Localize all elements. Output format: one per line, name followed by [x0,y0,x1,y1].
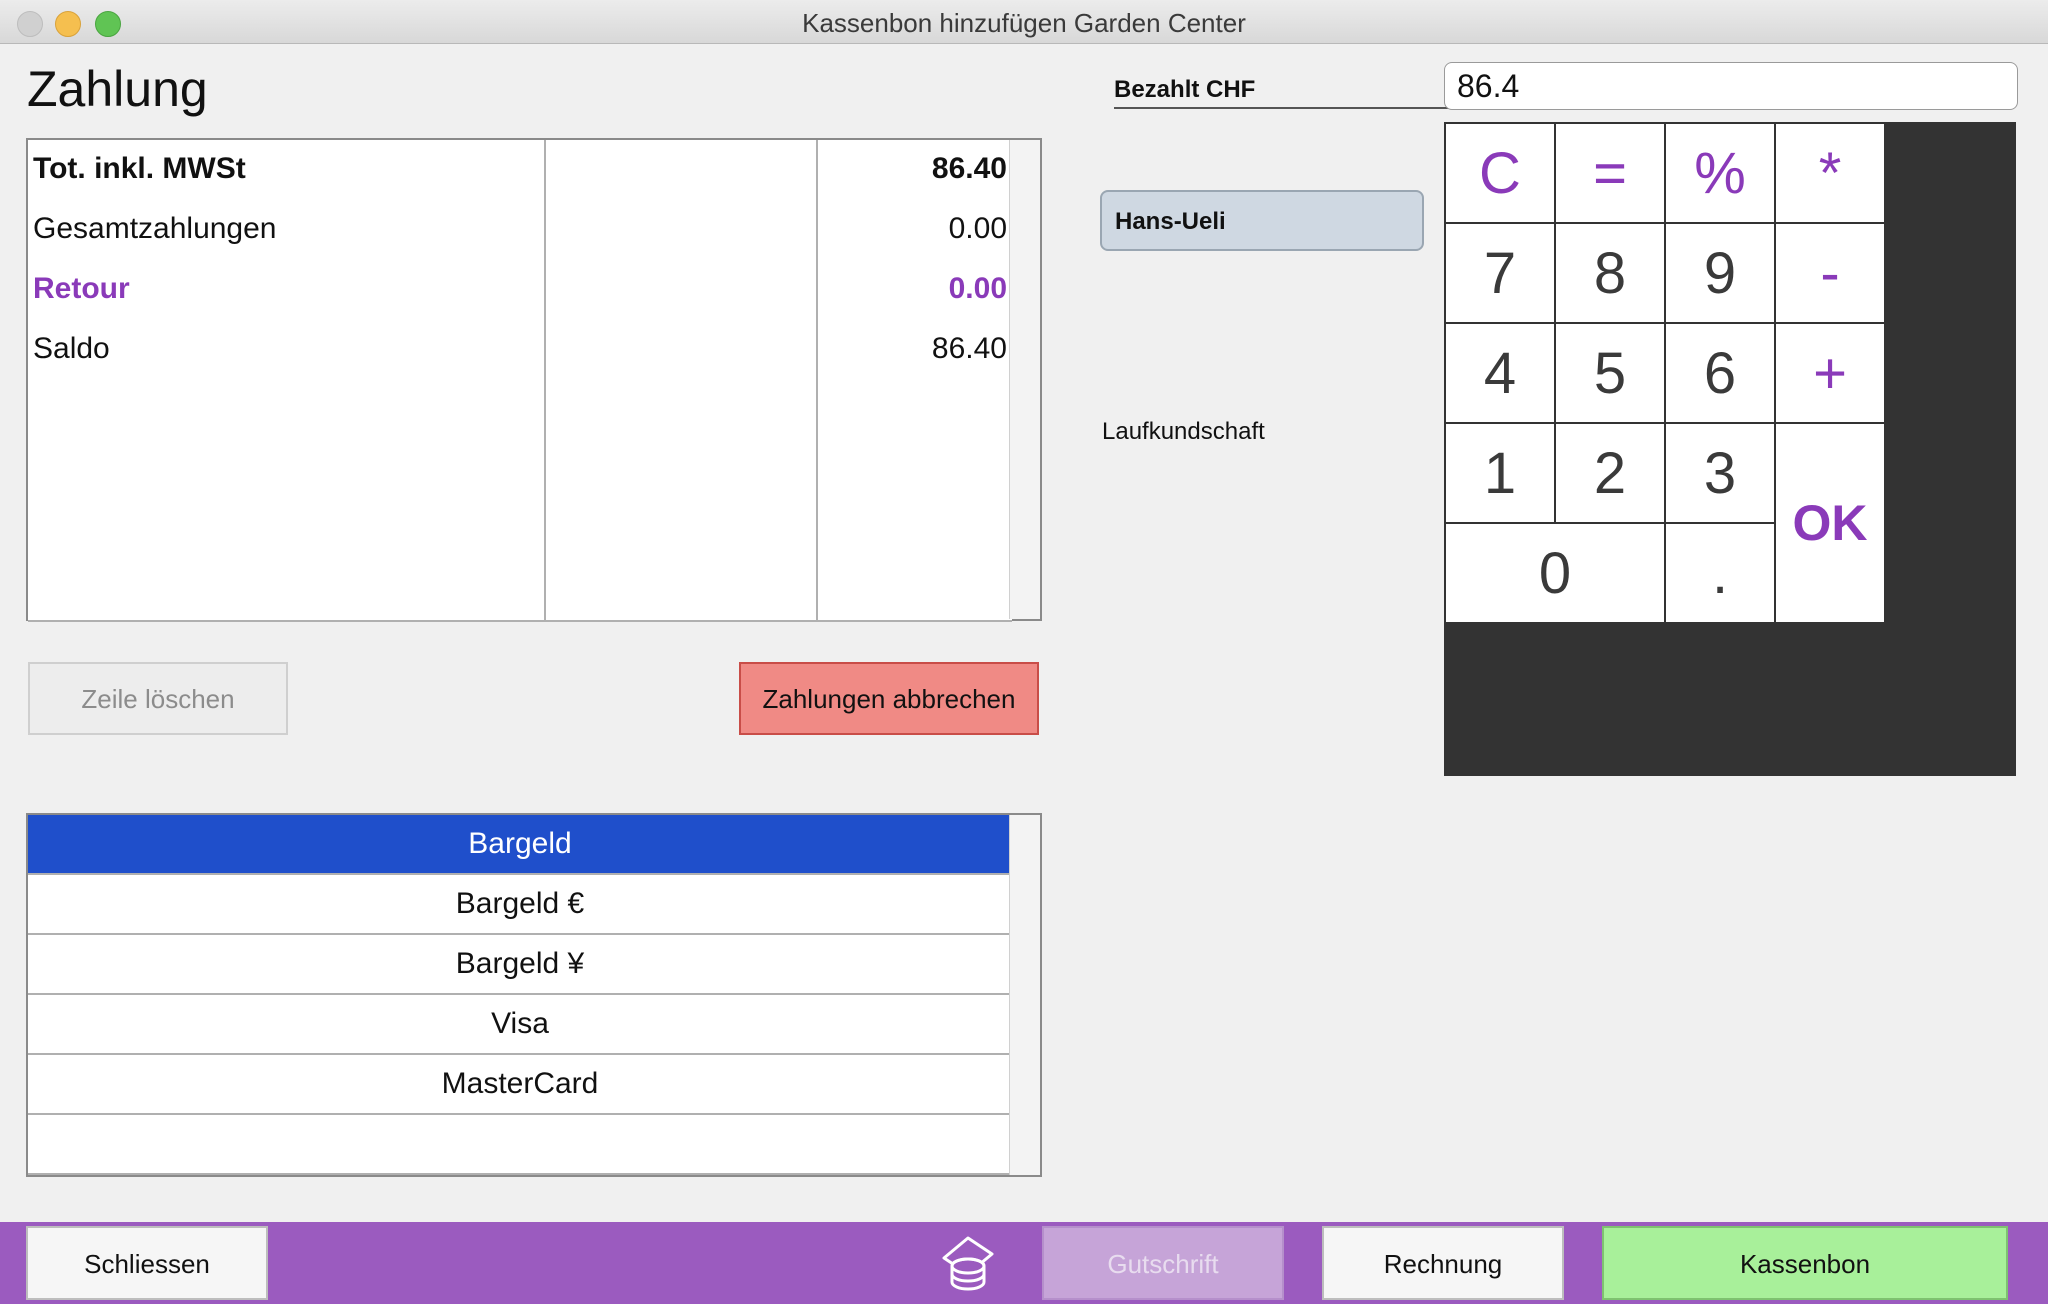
summary-middle-cell [546,500,818,560]
digit-6-key[interactable]: 6 [1666,324,1774,422]
delete-row-button[interactable]: Zeile löschen [28,662,288,735]
payment-method-item[interactable]: Bargeld € [28,875,1012,935]
user-button[interactable]: Hans-Ueli [1100,190,1424,251]
window-title: Kassenbon hinzufügen Garden Center [802,8,1246,38]
summary-value-cell [818,500,1012,560]
table-row[interactable]: Saldo 86.40 [28,320,1012,382]
summary-label-cell: Tot. inkl. MWSt [28,140,546,200]
summary-middle-cell [546,200,818,260]
table-row[interactable] [28,440,1012,502]
summary-value-cell [818,560,1012,620]
summary-value-cell: 0.00 [948,272,1007,305]
summary-label-cell [28,380,546,440]
digit-4-key[interactable]: 4 [1446,324,1554,422]
payment-method-item[interactable]: Visa [28,995,1012,1055]
summary-middle-cell [546,440,818,500]
summary-value-cell [818,380,1012,440]
summary-label-cell [28,500,546,560]
payment-method-item[interactable]: Bargeld [28,815,1012,875]
summary-value-cell [818,440,1012,500]
summary-label-cell: Retour [28,260,546,320]
percent-key[interactable]: % [1666,124,1774,222]
table-row[interactable]: Retour 0.00 [28,260,1012,322]
ok-key[interactable]: OK [1776,424,1884,622]
table-row[interactable]: Tot. inkl. MWSt 86.40 [28,140,1012,202]
table-row[interactable] [28,380,1012,442]
digit-3-key[interactable]: 3 [1666,424,1774,522]
table-row[interactable]: Gesamtzahlungen 0.00 [28,200,1012,262]
list-scrollbar[interactable] [1009,815,1040,1175]
summary-value-cell: 86.40 [931,332,1007,365]
table-row[interactable] [28,560,1012,622]
digit-2-key[interactable]: 2 [1556,424,1664,522]
clear-key[interactable]: C [1446,124,1554,222]
title-bar: Kassenbon hinzufügen Garden Center [0,0,2048,44]
table-row[interactable] [28,500,1012,562]
cash-drawer-icon[interactable] [936,1232,1000,1296]
customer-label: Laufkundschaft [1102,418,1265,445]
plus-key[interactable]: + [1776,324,1884,422]
summary-label-cell [28,440,546,500]
decimal-key[interactable]: . [1666,524,1774,622]
bottom-action-bar: Schliessen Gutschrift Rechnung Kassenbon [0,1222,2048,1304]
minus-key[interactable]: - [1776,224,1884,322]
paid-amount-input[interactable] [1444,62,2018,110]
summary-label-cell: Saldo [28,320,546,380]
digit-1-key[interactable]: 1 [1446,424,1554,522]
numeric-keypad: C =% * 7 8 9- 4 5 6 +1 2 3 0. OK [1444,122,2016,776]
equals-key[interactable]: = [1556,124,1664,222]
summary-middle-cell [546,560,818,620]
payment-summary-table: Tot. inkl. MWSt 86.40 Gesamtzahlungen 0.00 R… [26,138,1042,622]
summary-middle-cell [546,260,818,320]
summary-middle-cell [546,320,818,380]
digit-8-key[interactable]: 8 [1556,224,1664,322]
close-button[interactable]: Schliessen [26,1226,268,1300]
summary-label-cell [28,560,546,620]
summary-value-cell: 0.00 [948,212,1007,245]
digit-9-key[interactable]: 9 [1666,224,1774,322]
summary-middle-cell [546,380,818,440]
payment-methods-list: Bargeld Bargeld € Bargeld ¥ Visa MasterCard [26,813,1042,1177]
paid-label: Bezahlt CHF [1114,76,1256,103]
payment-method-item[interactable]: MasterCard [28,1055,1012,1115]
digit-7-key[interactable]: 7 [1446,224,1554,322]
summary-value-cell: 86.40 [931,152,1007,185]
credit-note-button[interactable]: Gutschrift [1042,1226,1284,1300]
digit-5-key[interactable]: 5 [1556,324,1664,422]
summary-label-cell: Gesamtzahlungen [28,200,546,260]
payment-method-item[interactable] [28,1115,1012,1175]
payment-method-item[interactable]: Bargeld ¥ [28,935,1012,995]
cancel-payments-button[interactable]: Zahlungen abbrechen [739,662,1039,735]
page-title: Zahlung [27,61,208,117]
table-scrollbar[interactable] [1009,140,1040,619]
receipt-button[interactable]: Kassenbon [1602,1226,2008,1300]
digit-0-key[interactable]: 0 [1446,524,1664,622]
invoice-button[interactable]: Rechnung [1322,1226,1564,1300]
summary-middle-cell [546,140,818,200]
multiply-key[interactable]: * [1776,124,1884,222]
